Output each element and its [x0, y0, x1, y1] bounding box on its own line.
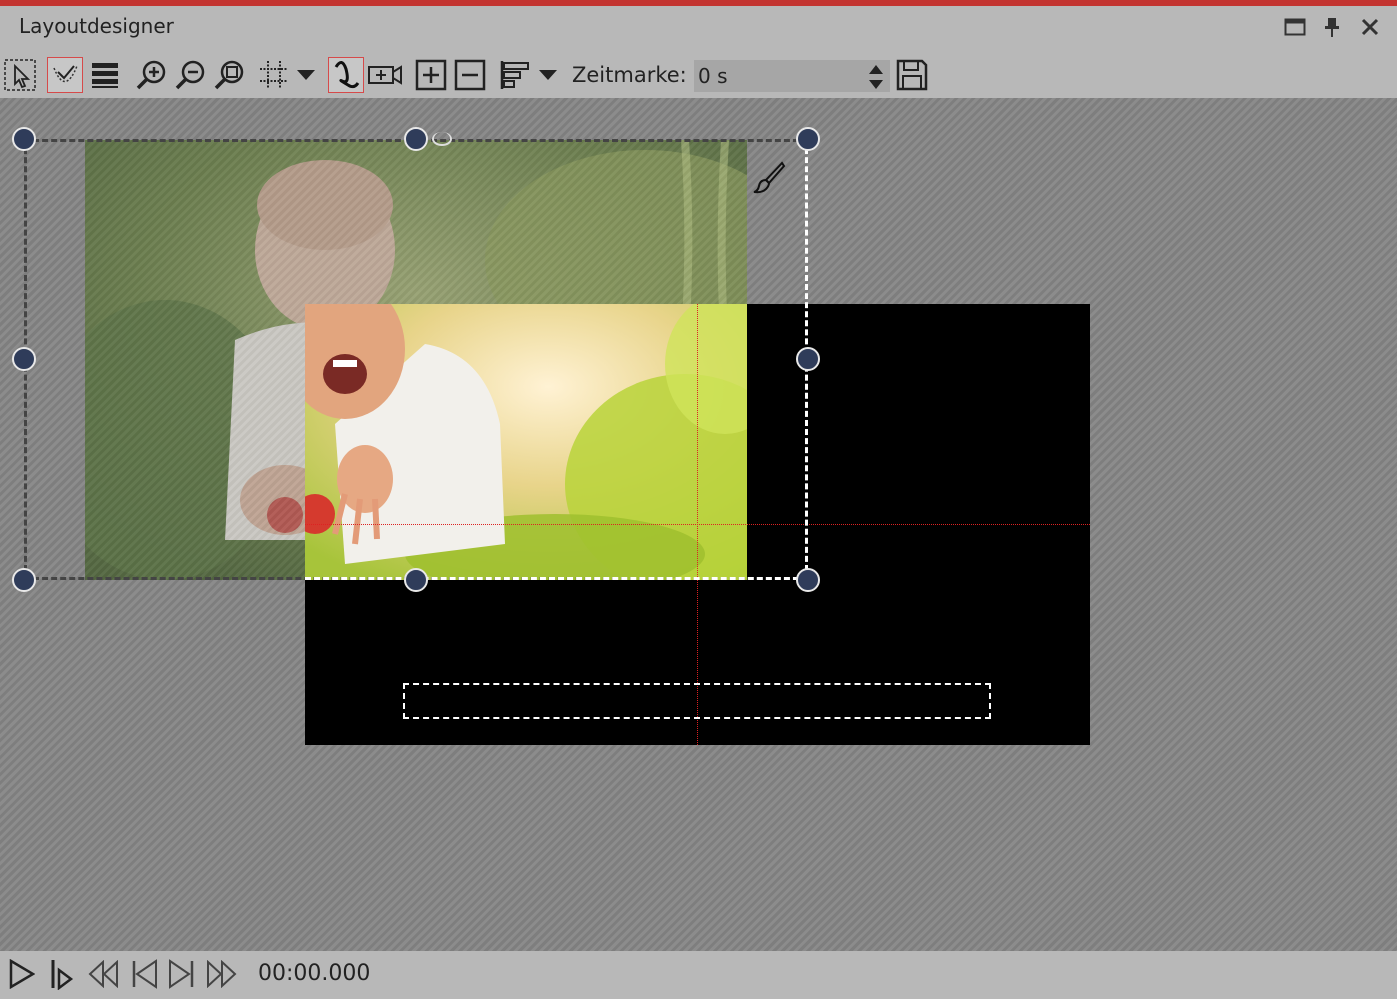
resize-handle-bottom-right[interactable] — [796, 568, 820, 592]
motion-path-icon — [334, 61, 360, 89]
zoom-in-button[interactable] — [133, 57, 169, 93]
text-box-placeholder[interactable] — [403, 683, 991, 719]
skip-start-icon — [132, 959, 157, 989]
zoom-out-icon — [175, 60, 205, 90]
resize-handle-top-right[interactable] — [796, 127, 820, 151]
skip-end-icon — [169, 959, 194, 989]
playback-bar: 00:00.000 — [0, 951, 1397, 999]
maximize-button[interactable] — [1282, 14, 1308, 40]
fast-forward-icon — [207, 960, 237, 988]
save-button[interactable] — [894, 57, 930, 93]
dotted-curve-icon — [53, 65, 78, 83]
align-dropdown-button[interactable] — [534, 57, 562, 93]
edit-brush-button[interactable] — [752, 160, 786, 194]
chevron-down-icon — [297, 70, 315, 80]
curve-tool-button[interactable] — [47, 57, 83, 93]
align-button[interactable] — [497, 57, 533, 93]
grid-button[interactable] — [256, 57, 292, 93]
play-from-marker-icon — [51, 960, 74, 990]
selection-arrow-icon — [4, 59, 36, 91]
maximize-icon — [1284, 18, 1306, 36]
save-icon — [896, 59, 928, 91]
spinner-arrows-icon — [869, 65, 883, 89]
zoom-in-icon — [136, 60, 166, 90]
play-icon — [9, 959, 35, 989]
minus-box-icon — [454, 59, 486, 91]
close-button[interactable] — [1357, 14, 1383, 40]
camera-button[interactable] — [367, 57, 403, 93]
resize-handle-bottom-left[interactable] — [12, 568, 36, 592]
playback-time: 00:00.000 — [258, 961, 371, 986]
toolbar: Zeitmarke: — [0, 50, 1397, 98]
pin-button[interactable] — [1319, 14, 1345, 40]
skip-start-button[interactable] — [127, 957, 161, 991]
play-button[interactable] — [4, 957, 38, 991]
chevron-down-icon — [539, 70, 557, 80]
fast-forward-button[interactable] — [205, 957, 239, 991]
zoom-fit-icon — [214, 60, 244, 90]
zoom-fit-button[interactable] — [211, 57, 247, 93]
rewind-icon — [88, 960, 118, 988]
zeitmarke-label: Zeitmarke: — [572, 63, 687, 87]
window-title: Layoutdesigner — [19, 14, 174, 38]
resize-handle-top[interactable] — [404, 127, 428, 151]
align-icon — [500, 61, 529, 89]
resize-handle-right[interactable] — [796, 347, 820, 371]
close-icon — [1361, 18, 1379, 36]
play-from-marker-button[interactable] — [44, 957, 78, 991]
camera-icon — [368, 65, 402, 85]
pin-icon — [1325, 18, 1339, 37]
motion-path-button[interactable] — [328, 57, 364, 93]
resize-handle-left[interactable] — [12, 347, 36, 371]
skip-end-button[interactable] — [165, 957, 199, 991]
title-bar: Layoutdesigner — [0, 6, 1397, 50]
remove-button[interactable] — [452, 57, 488, 93]
resize-handle-bottom[interactable] — [404, 568, 428, 592]
zoom-out-button[interactable] — [172, 57, 208, 93]
resize-handle-top-left[interactable] — [12, 127, 36, 151]
select-tool-button[interactable] — [2, 57, 38, 93]
grid-dropdown-button[interactable] — [292, 57, 320, 93]
brush-icon — [753, 161, 786, 194]
layout-canvas[interactable] — [0, 98, 1397, 951]
layers-tool-button[interactable] — [87, 57, 123, 93]
selection-frame-visible-part — [305, 139, 808, 580]
layers-stack-icon — [92, 63, 118, 88]
zeitmarke-input[interactable] — [694, 60, 890, 92]
zeitmarke-spinner[interactable] — [866, 62, 886, 92]
rewind-button[interactable] — [86, 957, 120, 991]
add-button[interactable] — [413, 57, 449, 93]
plus-box-icon — [415, 59, 447, 91]
grid-icon — [260, 61, 288, 89]
